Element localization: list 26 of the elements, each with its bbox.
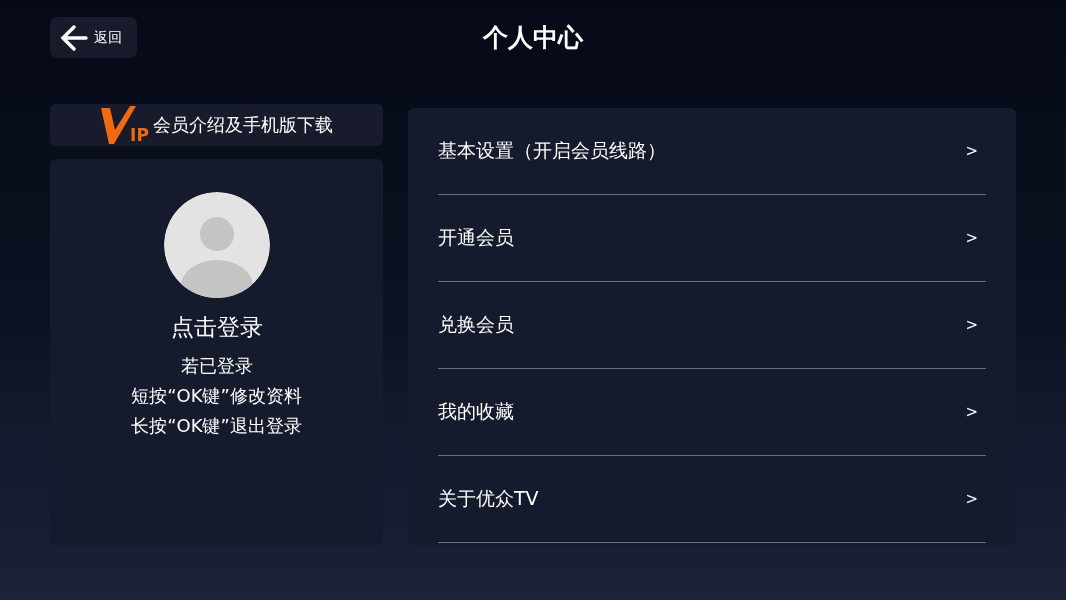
page-title: 个人中心	[481, 22, 584, 54]
menu-item[interactable]: 兑换会员 >	[438, 282, 986, 369]
back-button[interactable]: 返回	[50, 17, 137, 58]
hint-text: 短按“OK键”修改资料	[131, 384, 302, 408]
menu-item[interactable]: 我的收藏 >	[438, 369, 986, 456]
chevron-icon: >	[965, 403, 978, 421]
vip-logo: IP	[100, 106, 149, 144]
menu-item[interactable]: 基本设置（开启会员线路） >	[438, 108, 986, 195]
menu-item[interactable]: 关于优众TV >	[438, 456, 986, 543]
avatar-icon[interactable]	[163, 192, 270, 298]
menu-label: 基本设置（开启会员线路）	[438, 138, 666, 163]
banner-label: 会员介绍及手机版下载	[152, 113, 333, 137]
chevron-icon: >	[965, 490, 978, 508]
chevron-icon: >	[965, 316, 978, 334]
back-arrow-icon	[60, 24, 88, 51]
hint-text: 若已登录	[180, 354, 253, 378]
menu-label: 开通会员	[438, 225, 514, 250]
vip-banner[interactable]: IP 会员介绍及手机版下载	[50, 104, 383, 146]
chevron-icon: >	[965, 229, 978, 247]
menu-label: 兑换会员	[438, 312, 514, 337]
menu-label: 我的收藏	[438, 399, 514, 424]
menu-item[interactable]: 开通会员 >	[438, 195, 986, 282]
menu-label: 关于优众TV	[438, 486, 539, 511]
chevron-icon: >	[965, 142, 978, 160]
hint-text: 长按“OK键”退出登录	[131, 414, 302, 438]
login-label[interactable]: 点击登录	[170, 312, 263, 343]
